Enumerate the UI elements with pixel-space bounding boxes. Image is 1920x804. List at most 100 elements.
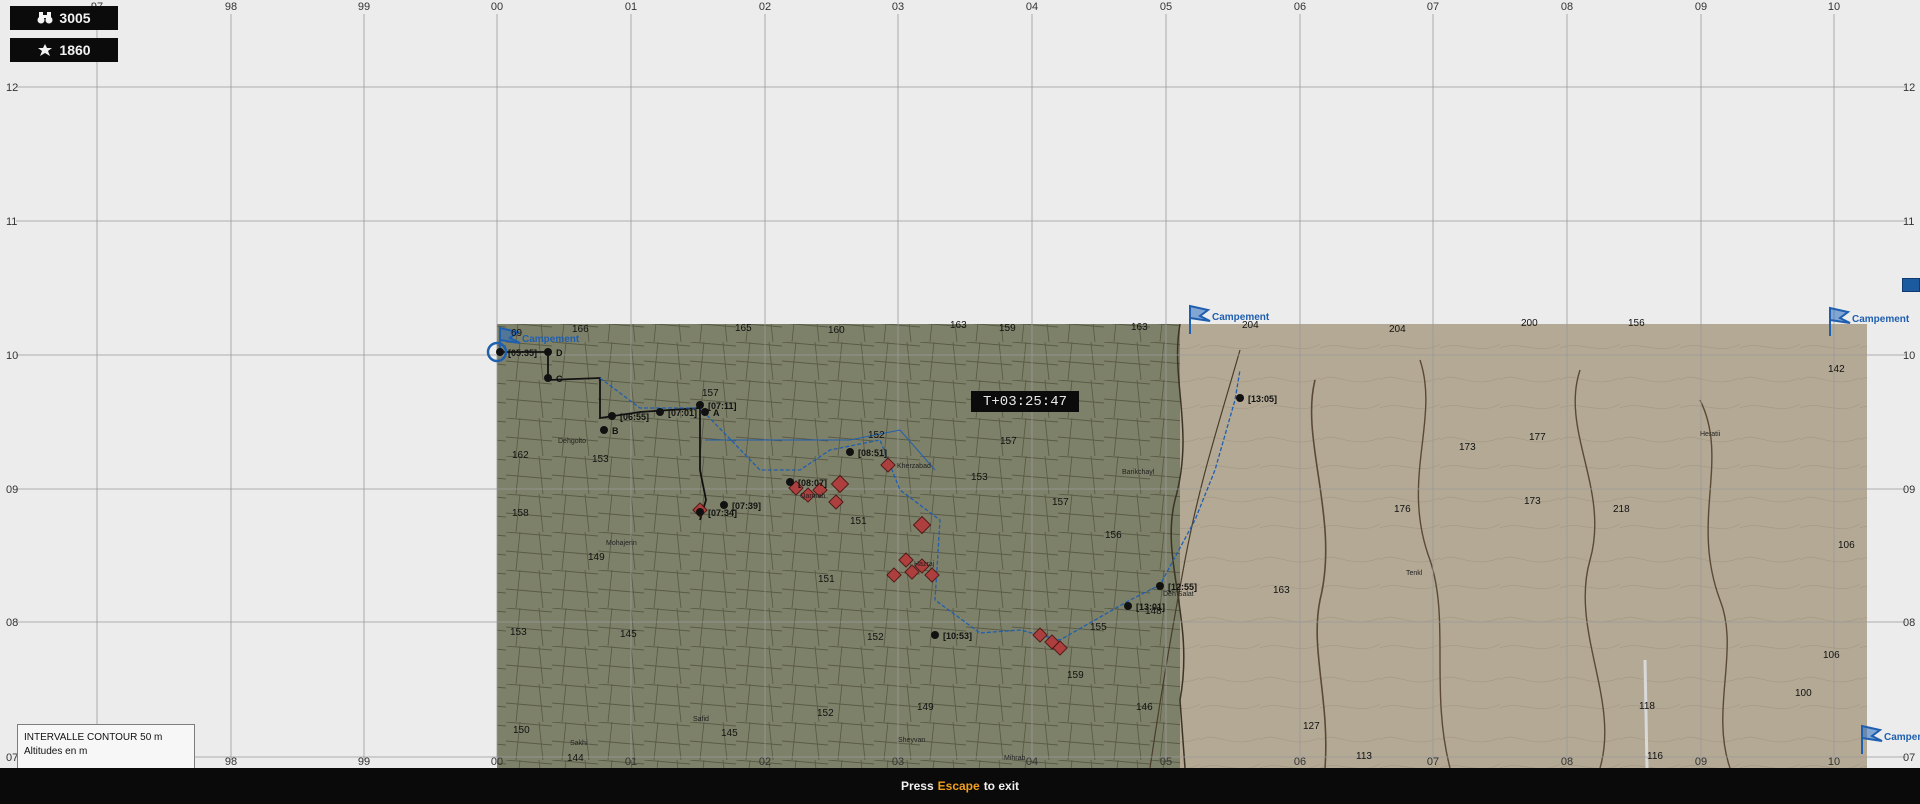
elevation-label: 142	[1828, 364, 1845, 375]
easting-label-top: 04	[1026, 1, 1038, 13]
elevation-label: 145	[721, 728, 738, 739]
elevation-label: 204	[1389, 324, 1406, 335]
elevation-label: 152	[817, 708, 834, 719]
elevation-label: 159	[999, 323, 1016, 334]
elevation-label: 176	[1394, 504, 1411, 515]
easting-label-bottom: 08	[1561, 756, 1573, 768]
place-name: Qarmeh	[800, 493, 825, 500]
waypoint-dot	[608, 412, 616, 420]
place-name: Sheyvan	[898, 737, 925, 744]
elevation-label: 149	[917, 702, 934, 713]
elevation-label: 173	[1459, 442, 1476, 453]
elevation-label: 155	[1090, 622, 1107, 633]
easting-label-top: 10	[1828, 1, 1840, 13]
waypoint-dot	[846, 448, 854, 456]
elevation-label: 152	[867, 632, 884, 643]
tactical-map[interactable]: 9797989899990000010102020303040405050606…	[0, 0, 1920, 768]
desert-ridge-pattern	[1180, 324, 1867, 768]
elevation-label: 157	[1052, 497, 1069, 508]
place-name: Kherzabad	[897, 463, 931, 470]
elevation-label: 204	[1242, 320, 1259, 331]
easting-label-bottom: 01	[625, 756, 637, 768]
place-name: Barikchayl	[1122, 469, 1155, 476]
elevation-label: 113	[1356, 751, 1372, 762]
campement-label: Campement	[1852, 314, 1910, 325]
place-name: Mohajerin	[606, 540, 637, 547]
place-name: Safid	[693, 716, 709, 723]
elevation-label: 151	[818, 574, 835, 585]
waypoint-label: [08:07]	[798, 478, 827, 488]
place-name: Mihrab	[1004, 755, 1026, 762]
waypoint-label: [10:53]	[943, 631, 972, 641]
waypoint-dot	[1156, 582, 1164, 590]
elevation-label: 144	[567, 753, 584, 764]
waypoint-label: [07:11]	[708, 401, 737, 411]
waypoint-dot	[600, 426, 608, 434]
side-panel-toggle[interactable]	[1902, 278, 1920, 292]
easting-label-top: 06	[1294, 1, 1306, 13]
northing-label-left: 08	[6, 617, 18, 629]
waypoint-dot	[720, 501, 728, 509]
place-name: Deh Salat	[1163, 591, 1194, 598]
elevation-label: 145	[620, 629, 637, 640]
place-name: Sakhi	[570, 740, 588, 747]
legend-altitude-unit: Altitudes en m	[24, 746, 88, 757]
elevation-label: 177	[1529, 432, 1546, 443]
waypoint-dot	[656, 408, 664, 416]
elevation-label: 158	[512, 508, 529, 519]
waypoint-dot	[696, 508, 704, 516]
elevation-label: 165	[735, 323, 752, 334]
easting-label-bottom: 02	[759, 756, 771, 768]
easting-label-bottom: 04	[1026, 756, 1038, 768]
northing-label-right: 11	[1903, 216, 1914, 228]
waypoint-dot	[544, 374, 552, 382]
easting-label-top: 03	[892, 1, 904, 13]
elevation-label: 146	[1136, 702, 1153, 713]
elevation-label: 100	[1795, 688, 1812, 699]
elevation-label: 173	[1524, 496, 1541, 507]
place-name: Tenkl	[1406, 570, 1423, 577]
elevation-label: 159	[1067, 670, 1084, 681]
elevation-label: 148	[1145, 606, 1162, 617]
elevation-label: 106	[1823, 650, 1840, 661]
elevation-label: 152	[868, 430, 885, 441]
elevation-label: 166	[572, 324, 589, 335]
elevation-label: 160	[828, 325, 845, 336]
easting-label-bottom: 07	[1427, 756, 1439, 768]
place-name: Heratii	[1700, 431, 1721, 438]
campement-marker[interactable]: Campement	[1861, 724, 1920, 754]
easting-label-bottom: 99	[358, 756, 370, 768]
elevation-label: 149	[588, 552, 605, 563]
escape-key[interactable]: Escape	[938, 779, 980, 793]
northing-label-right: 12	[1903, 82, 1915, 94]
easting-label-top: 02	[759, 1, 771, 13]
easting-label-bottom: 03	[892, 756, 904, 768]
map-legend: INTERVALLE CONTOUR 50 m Altitudes en m	[17, 724, 195, 768]
easting-label-top: 98	[225, 1, 237, 13]
easting-label-top: 05	[1160, 1, 1172, 13]
units-counter: 1860	[10, 38, 118, 62]
waypoint-label: [13:05]	[1248, 394, 1277, 404]
units-count: 1860	[59, 42, 91, 58]
elevation-label: 163	[1273, 585, 1290, 596]
northing-label-right: 07	[1903, 752, 1915, 764]
elevation-label: 116	[1647, 751, 1663, 762]
elevation-label: 151	[850, 516, 867, 527]
waypoint-dot	[696, 401, 704, 409]
campement-label: Campement	[1212, 312, 1270, 323]
elevation-label: 150	[513, 725, 530, 736]
easting-label-top: 01	[625, 1, 637, 13]
elevation-label: 218	[1613, 504, 1630, 515]
exit-prefix: Press	[900, 779, 934, 793]
waypoint-dot	[931, 631, 939, 639]
waypoint-dot	[496, 348, 504, 356]
waypoint-dot	[1124, 602, 1132, 610]
northing-label-left: 09	[6, 484, 18, 496]
elevation-label: 153	[510, 627, 527, 638]
easting-label-top: 07	[1427, 1, 1439, 13]
easting-label-bottom: 05	[1160, 756, 1172, 768]
elevation-label: 69	[511, 328, 523, 339]
easting-label-top: 00	[491, 1, 503, 13]
waypoint-dot	[1236, 394, 1244, 402]
campement-label: Campement	[1884, 732, 1920, 743]
